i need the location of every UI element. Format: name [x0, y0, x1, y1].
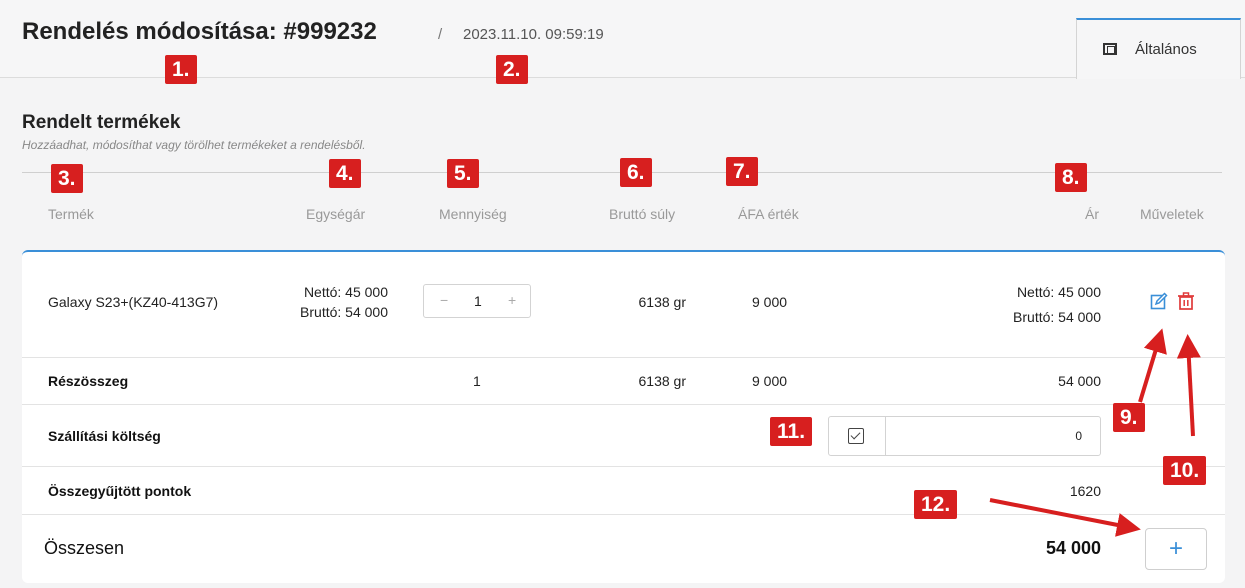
annotation-arrow-9: [1138, 328, 1167, 403]
annotation-arrow-12: [989, 498, 1141, 537]
annotation-arrows: [989, 328, 1201, 537]
annotation-arrow-10: [1176, 334, 1201, 437]
